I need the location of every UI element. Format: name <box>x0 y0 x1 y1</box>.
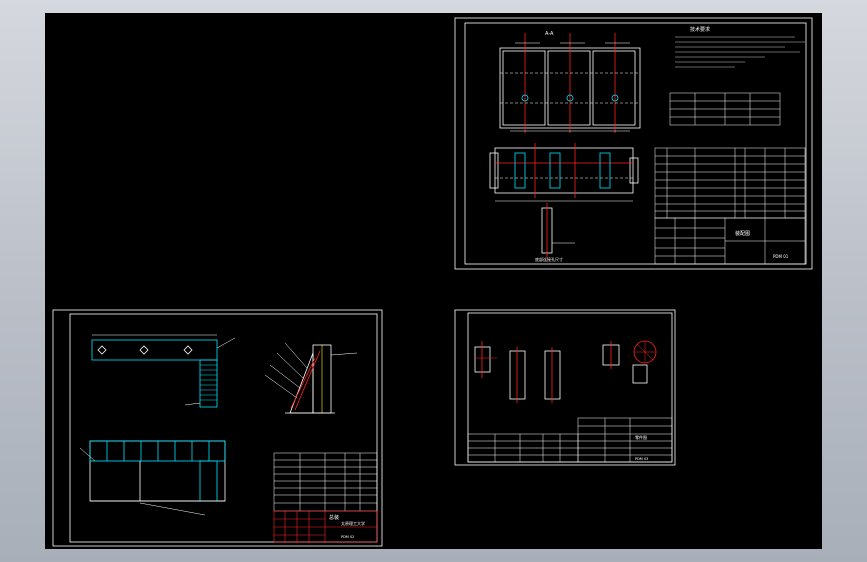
sheet-b-border <box>52 309 383 547</box>
sheet-a-title: 装配图 <box>735 230 750 237</box>
sheet-c-part-views <box>474 340 657 403</box>
sheet-a-drawing[interactable]: A-A 底部连接孔尺寸 技术要求 装配图 PDM 01 <box>454 17 813 270</box>
cad-drawing-viewport[interactable]: A-A 底部连接孔尺寸 技术要求 装配图 PDM 01 总装 太原理工大学 PD… <box>45 13 822 549</box>
sheet-c-drawing[interactable]: 零件图 PDM 03 <box>454 309 676 466</box>
sheet-a-front-view <box>489 143 639 202</box>
sheet-b-front-view <box>79 440 226 516</box>
sheet-c-title: 零件图 <box>635 434 647 440</box>
sheet-a-border <box>454 17 813 270</box>
sheet-c-drawing-no: PDM 03 <box>635 457 648 461</box>
section-label: A-A <box>545 31 554 37</box>
sheet-b-title-block <box>273 510 378 543</box>
sheet-c-title-block <box>577 417 673 463</box>
sheet-a-section-view <box>499 33 641 133</box>
sheet-b-side-view <box>264 342 358 414</box>
sheet-c-parts-list <box>467 433 579 463</box>
sheet-a-parts-list <box>654 147 806 219</box>
sheet-a-drawing-no: PDM 01 <box>773 254 789 259</box>
sheet-b-plan-view <box>91 334 236 408</box>
sheet-b-company: 太原理工大学 <box>341 520 365 526</box>
sheet-b-parts-table <box>273 452 378 512</box>
sheet-a-small-table <box>669 92 781 126</box>
sheet-b-title: 总装 <box>329 514 339 521</box>
svg-text:技术要求: 技术要求 <box>690 26 710 33</box>
technical-notes: 技术要求 <box>675 26 805 68</box>
cad-canvas[interactable]: A-A 底部连接孔尺寸 技术要求 装配图 PDM 01 总装 太原理工大学 PD… <box>45 13 822 549</box>
sheet-b-drawing-no: PDM 02 <box>341 535 354 539</box>
sheet-c-border <box>454 309 676 466</box>
sheet-a-frame <box>464 22 807 265</box>
sheet-b-drawing[interactable]: 总装 太原理工大学 PDM 02 <box>52 309 383 547</box>
sheet-a-bottom-view <box>541 203 575 258</box>
bottom-view-label: 底部连接孔尺寸 <box>535 256 563 262</box>
